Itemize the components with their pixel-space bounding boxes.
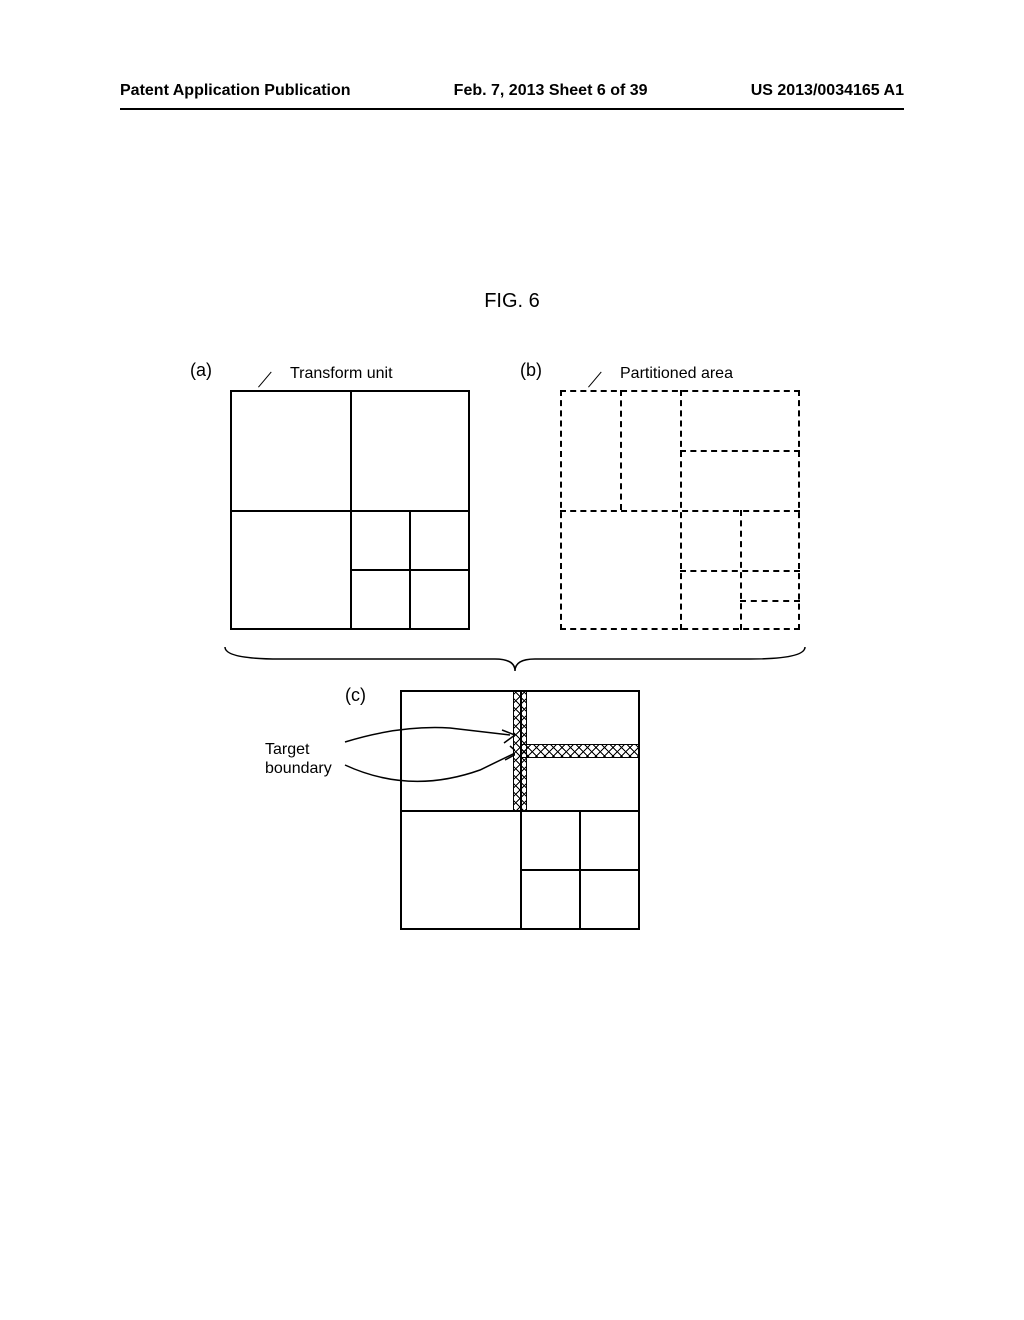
grid-line (232, 510, 468, 512)
grid-line (680, 450, 800, 452)
header-center: Feb. 7, 2013 Sheet 6 of 39 (454, 82, 648, 100)
partitioned-area-diagram (560, 390, 800, 630)
grid-line (520, 869, 638, 871)
grid-line (620, 390, 622, 510)
grid-line (402, 810, 638, 812)
combining-brace-icon (220, 645, 810, 675)
panel-c-annotation: Target boundary (265, 740, 332, 778)
header-rule (120, 108, 904, 110)
header-right: US 2013/0034165 A1 (751, 82, 904, 100)
panel-c-label: (c) (345, 685, 366, 706)
grid-line (740, 600, 800, 602)
panel-a-label: (a) (190, 360, 212, 381)
header-left: Patent Application Publication (120, 82, 351, 100)
transform-unit-diagram (230, 390, 470, 630)
grid-line (560, 510, 800, 512)
figure-title: FIG. 6 (0, 290, 1024, 313)
grid-line (350, 569, 468, 571)
panel-a-annotation: Transform unit (290, 365, 393, 383)
panel-b-label: (b) (520, 360, 542, 381)
grid-line (680, 570, 800, 572)
page-header: Patent Application Publication Feb. 7, 2… (120, 82, 904, 100)
panel-b-annotation: Partitioned area (620, 365, 733, 383)
target-boundary-diagram (400, 690, 640, 930)
target-boundary-hatch-horizontal (520, 744, 638, 758)
